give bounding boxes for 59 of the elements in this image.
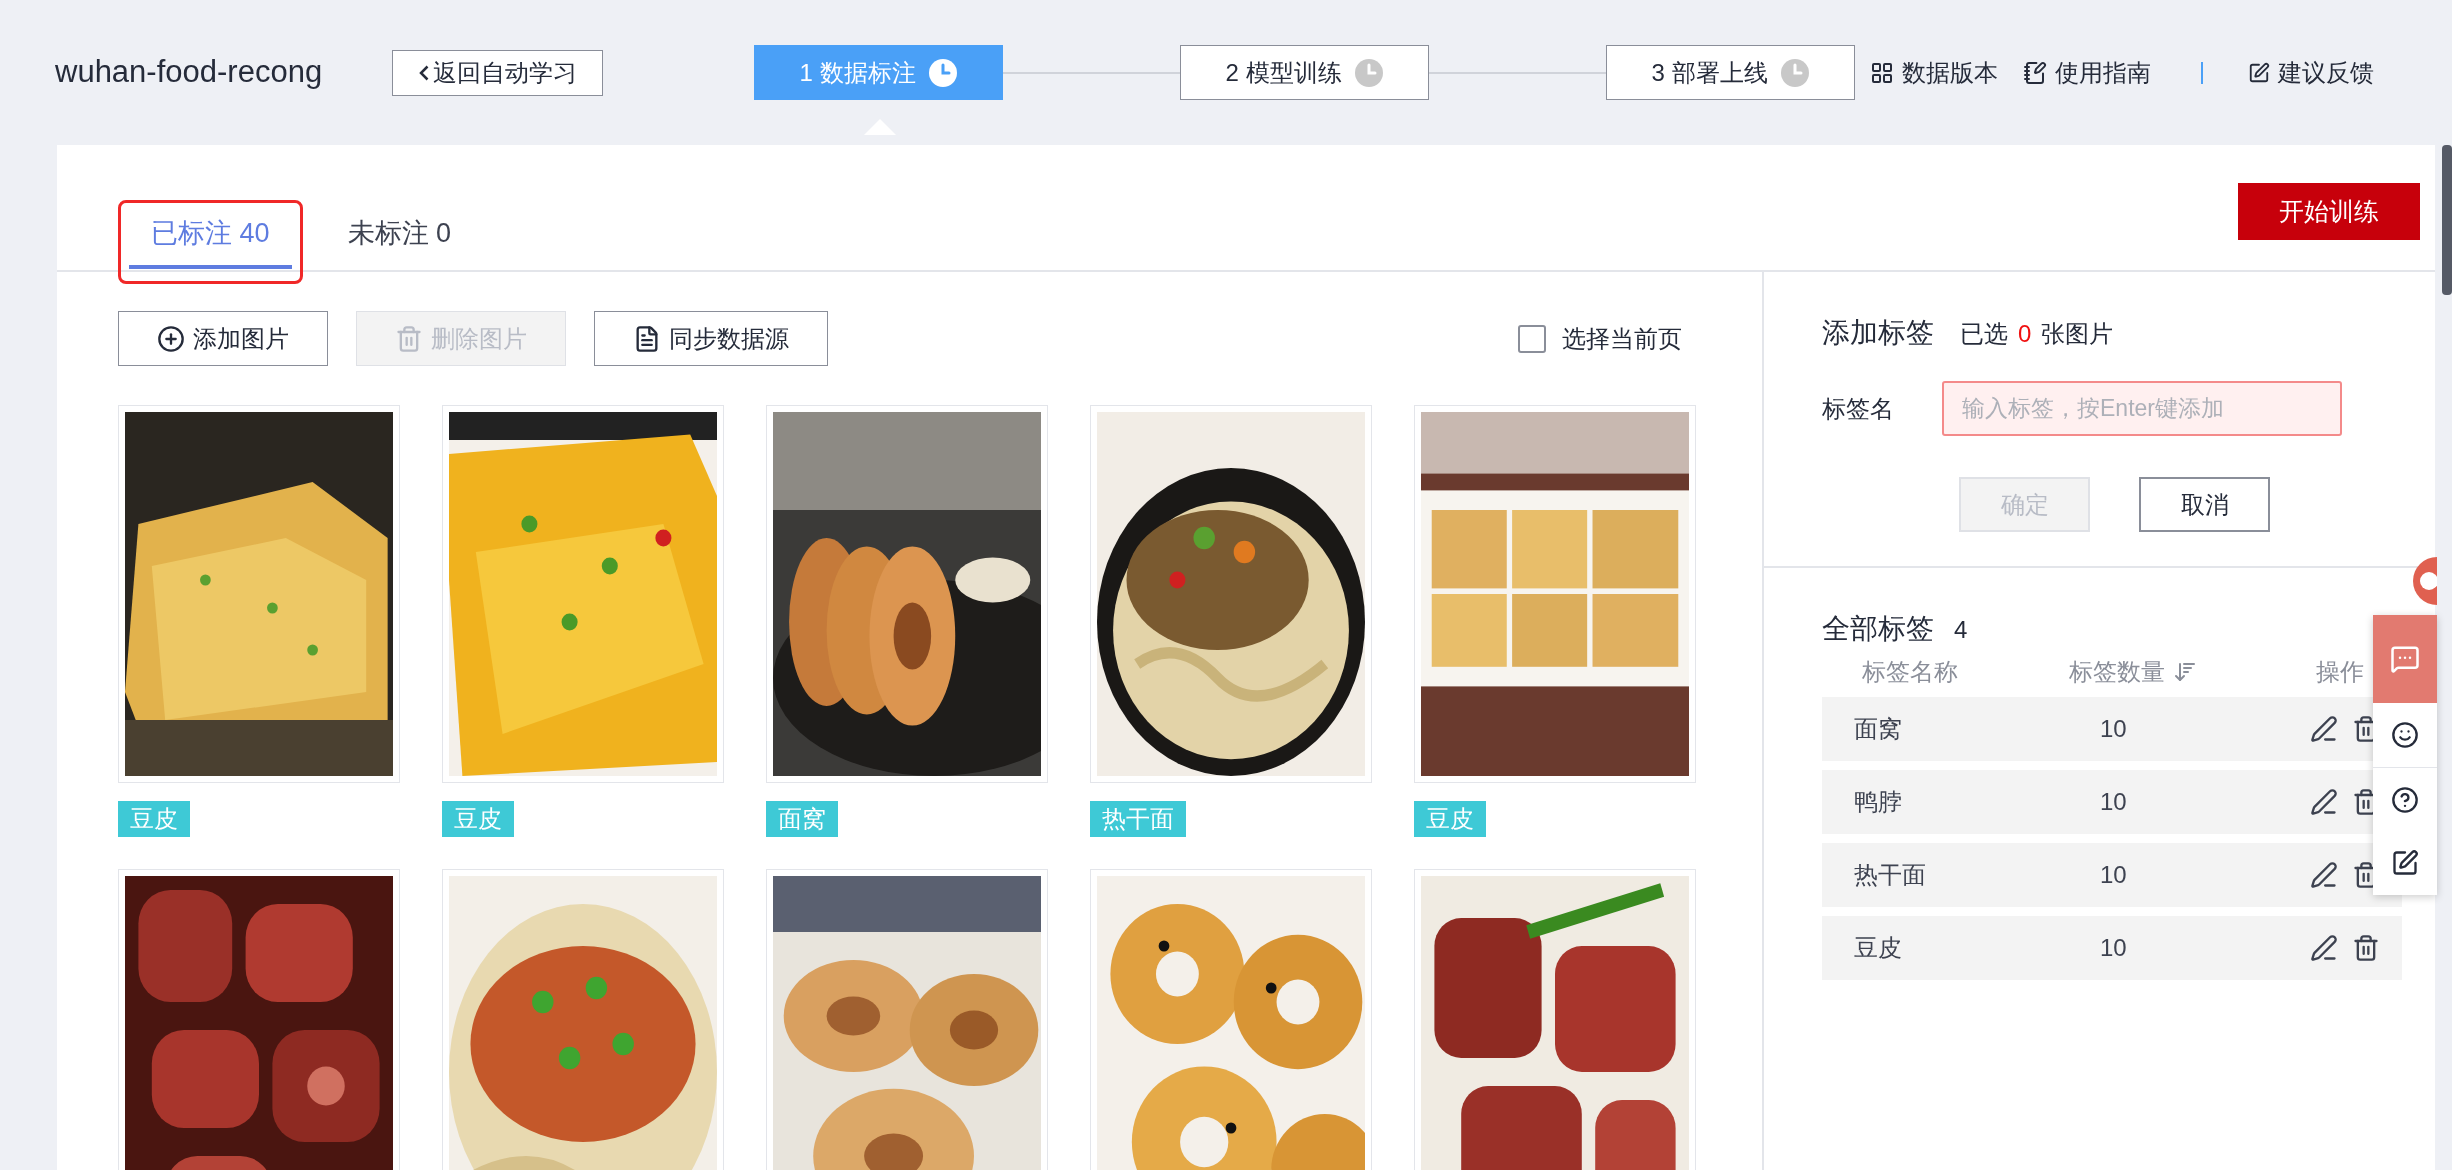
back-button[interactable]: 返回自动学习	[392, 49, 603, 96]
chat-icon[interactable]	[2390, 644, 2420, 674]
tag-name: 鸭脖	[1853, 787, 1903, 817]
selected-count: 0	[2018, 319, 2032, 349]
project-title: wuhan-food-recong	[55, 53, 324, 92]
image-tag: 豆皮	[442, 801, 514, 837]
sort-icon[interactable]	[2173, 660, 2197, 684]
field-label: 标签名	[1822, 393, 1895, 424]
selected-unit: 张图片	[2041, 319, 2114, 349]
step-tab[interactable]: 3 部署上线	[1606, 45, 1855, 100]
column-header: 操作	[2316, 657, 2364, 687]
clock-icon	[927, 57, 958, 88]
toolbar-button[interactable]: 同步数据源	[594, 311, 828, 366]
edit-icon[interactable]	[2310, 788, 2338, 816]
edit-icon[interactable]	[2310, 934, 2338, 962]
help-icon[interactable]	[2391, 785, 2419, 814]
panel-title: 添加标签	[1822, 316, 1934, 350]
selected-label: 已选	[1960, 319, 2008, 349]
edit-icon	[2248, 61, 2270, 84]
tag-name: 豆皮	[1853, 933, 1903, 963]
filter-tab[interactable]: 未标注 0	[333, 212, 466, 269]
grid-icon	[1870, 60, 1894, 85]
image-tag: 豆皮	[1414, 801, 1486, 837]
clock-icon	[1353, 57, 1384, 88]
smile-icon[interactable]	[2391, 721, 2419, 749]
image-tag: 豆皮	[118, 801, 190, 837]
tag-quantity: 10	[2100, 933, 2128, 963]
tag-count: 4	[1954, 615, 1968, 645]
feedback-link[interactable]: 建议反馈	[2248, 54, 2374, 91]
chevron-left-icon	[418, 64, 429, 81]
trash-icon	[395, 324, 423, 353]
image-tag: 面窝	[766, 801, 838, 837]
guide-link[interactable]: 使用指南	[2023, 54, 2151, 91]
tag-quantity: 10	[2100, 860, 2128, 890]
tag-quantity: 10	[2100, 714, 2128, 744]
plus-circle-icon	[157, 324, 185, 353]
image-tag: 热干面	[1090, 801, 1186, 837]
trash-icon[interactable]	[2352, 934, 2380, 962]
toolbar-button[interactable]: 添加图片	[118, 311, 328, 366]
tag-quantity: 10	[2100, 787, 2128, 817]
clock-icon	[1779, 57, 1810, 88]
tag-name: 面窝	[1853, 714, 1903, 744]
checkbox-label: 选择当前页	[1562, 323, 1682, 354]
filter-tab[interactable]: 已标注 40	[129, 212, 292, 269]
scrollbar[interactable]	[2442, 145, 2452, 295]
start-training-button[interactable]: 开始训练	[2238, 183, 2420, 240]
notebook-pen-icon	[2023, 60, 2047, 85]
edit-icon[interactable]	[2310, 861, 2338, 889]
step-tab[interactable]: 2 模型训练	[1180, 45, 1429, 100]
column-header: 标签名称	[1861, 657, 1959, 687]
versions-link[interactable]: 数据版本	[1870, 54, 1998, 91]
edit-icon[interactable]	[2310, 715, 2338, 743]
column-header: 标签数量	[2069, 657, 2165, 687]
tag-name: 热干面	[1853, 860, 1927, 890]
cancel-button[interactable]: 取消	[2139, 477, 2270, 532]
edit-icon[interactable]	[2391, 849, 2419, 877]
tag-input-field[interactable]: 输入标签，按Enter键添加	[1942, 381, 2342, 436]
section-title: 全部标签	[1822, 612, 1934, 646]
checkbox[interactable]	[1518, 324, 1546, 353]
